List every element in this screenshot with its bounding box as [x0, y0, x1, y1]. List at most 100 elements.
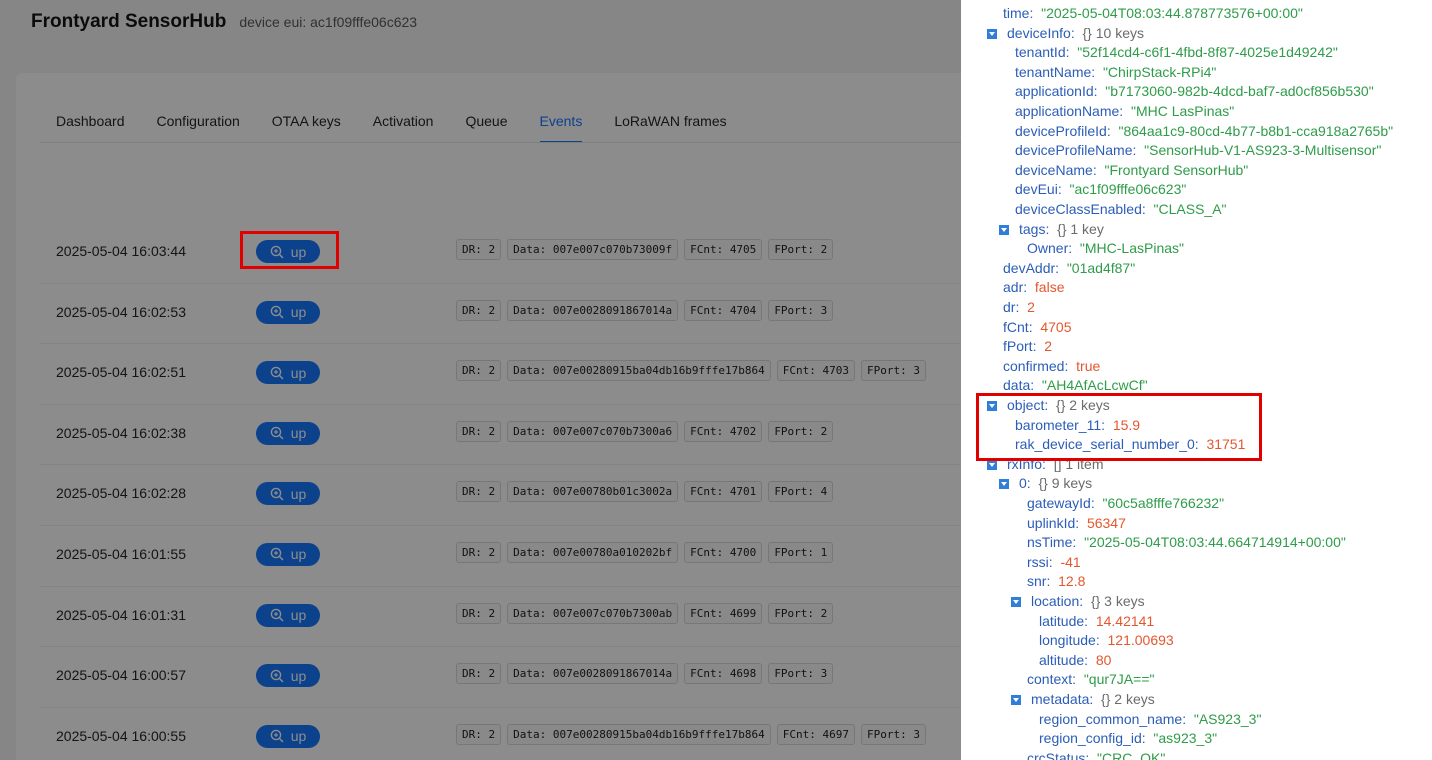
fcnt-tag: FCnt: 4704: [684, 299, 763, 321]
page-header: Frontyard SensorHub device eui: ac1f09ff…: [31, 11, 417, 41]
json-key: deviceProfileId: [1015, 122, 1107, 139]
json-value: "60c5a8fffe766232": [1102, 495, 1225, 511]
event-tags: DR: 2 Data: 007e00780a010202bf FCnt: 4700 F…: [456, 541, 839, 563]
colon: :: [1026, 475, 1039, 492]
event-row: 2025-05-04 16:01:31 up DR: 2 Data: 007e007c…: [40, 587, 961, 648]
json-key: deviceClassEnabled: [1015, 201, 1142, 217]
json-key: tenantName: [1015, 63, 1092, 80]
json-key: rssi: [1027, 553, 1049, 570]
event-row: 2025-05-04 16:01:55 up DR: 2 Data: 007e0078…: [40, 526, 961, 587]
json-key: fPort: [1003, 338, 1033, 355]
tab-activation[interactable]: Activation: [373, 107, 434, 143]
event-timestamp: 2025-05-04 16:01:31: [56, 606, 186, 623]
fport-tag: FPort: 3: [768, 663, 834, 685]
colon: :: [1055, 259, 1067, 276]
tab-queue[interactable]: Queue: [465, 107, 507, 143]
event-up-button[interactable]: up: [256, 542, 320, 566]
colon: :: [1075, 514, 1087, 531]
json-line-latitude: latitude: 14.42141: [1039, 612, 1154, 631]
json-line-applicationName: applicationName: "MHC LasPinas": [1015, 102, 1234, 121]
colon: :: [1106, 122, 1119, 139]
event-tags: DR: 2 Data: 007e007c070b7300ab FCnt: 4699 F…: [456, 602, 839, 624]
json-value: "2025-05-04T08:03:44.878773576+00:00": [1041, 5, 1303, 21]
expand-toggle-icon[interactable]: [999, 224, 1009, 235]
json-line-0[interactable]: 0: {} 9 keys: [999, 474, 1092, 493]
json-key: metadata: [1031, 691, 1090, 707]
colon: :: [1023, 279, 1035, 296]
json-line-deviceProfileId: deviceProfileId: "864aa1c9-80cd-4b77-b8b…: [1015, 122, 1393, 141]
event-up-button[interactable]: up: [256, 664, 320, 688]
event-row: 2025-05-04 16:03:44 up DR: 2 Data: 007e007c…: [40, 223, 961, 284]
json-line-uplinkId: uplinkId: 56347: [1027, 514, 1126, 533]
json-line-deviceInfo[interactable]: deviceInfo: {} 10 keys: [987, 24, 1144, 43]
fport-tag: FPort: 1: [768, 541, 834, 563]
json-key: devEui: [1015, 181, 1058, 198]
event-up-button[interactable]: up: [256, 603, 320, 627]
json-value: "01ad4f87": [1066, 259, 1136, 276]
tab-configuration[interactable]: Configuration: [157, 107, 240, 143]
expand-toggle-icon[interactable]: [999, 479, 1009, 490]
event-up-button[interactable]: up: [256, 482, 320, 506]
fport-tag: FPort: 4: [768, 481, 834, 503]
json-key: 0: [1019, 475, 1027, 492]
event-row: 2025-05-04 16:02:51 up DR: 2 Data: 007e0028…: [40, 344, 961, 405]
json-key: applicationId: [1015, 83, 1094, 100]
json-line-location[interactable]: location: {} 3 keys: [1011, 592, 1145, 611]
colon: :: [1079, 593, 1091, 609]
json-key: location: [1031, 593, 1080, 609]
colon: :: [1068, 240, 1080, 257]
zoom-in-icon: [270, 548, 284, 561]
fcnt-tag: FCnt: 4698: [684, 663, 763, 685]
json-line-tags[interactable]: tags: {} 1 key: [999, 220, 1104, 239]
data-tag: Data: 007e0028091867014a: [507, 299, 679, 321]
dr-tag: DR: 2: [456, 420, 502, 442]
expand-toggle-icon[interactable]: [1011, 597, 1021, 607]
json-value: "864aa1c9-80cd-4b77-b8b1-cca918a2765b": [1118, 122, 1394, 139]
fport-tag: FPort: 2: [768, 420, 834, 442]
json-value: false: [1034, 279, 1065, 296]
event-tags: DR: 2 Data: 007e0028091867014a FCnt: 4698 F…: [456, 663, 839, 685]
colon: :: [1091, 63, 1103, 80]
event-up-button[interactable]: up: [256, 361, 320, 385]
event-type-label: up: [290, 546, 307, 563]
json-line-applicationId: applicationId: "b7173060-982b-4dcd-baf7-…: [1015, 82, 1374, 101]
expand-toggle-icon[interactable]: [987, 459, 997, 470]
json-line-devEui: devEui: "ac1f09fffe06c623": [1015, 180, 1186, 199]
json-value: 14.42141: [1095, 612, 1155, 629]
json-key: latitude: [1039, 612, 1085, 629]
event-tags: DR: 2 Data: 007e00280915ba04db16b9fffe17b…: [456, 360, 932, 382]
event-timestamp: 2025-05-04 16:03:44: [56, 243, 186, 259]
colon: :: [1072, 534, 1085, 551]
event-up-button[interactable]: up: [256, 300, 320, 324]
colon: :: [1095, 632, 1108, 649]
fcnt-tag: FCnt: 4697: [776, 723, 856, 745]
data-tag: Data: 007e007c070b73009f: [507, 239, 679, 260]
tab-otaa-keys[interactable]: OTAA keys: [272, 107, 341, 143]
dr-tag: DR: 2: [456, 541, 502, 563]
tab-lorawan-frames[interactable]: LoRaWAN frames: [614, 107, 726, 143]
colon: :: [1089, 691, 1102, 707]
json-value: "qur7JA==": [1083, 671, 1155, 688]
json-line-dr: dr: 2: [1003, 298, 1035, 317]
colon: :: [1029, 5, 1042, 21]
expand-toggle-icon[interactable]: [987, 28, 997, 39]
json-line-devAddr: devAddr: "01ad4f87": [1003, 259, 1135, 278]
colon: :: [1032, 338, 1045, 355]
event-up-button[interactable]: up: [256, 421, 320, 445]
json-line-metadata[interactable]: metadata: {} 2 keys: [1011, 690, 1155, 709]
event-type-label: up: [290, 667, 307, 684]
json-value: 4705: [1040, 318, 1072, 335]
expand-toggle-icon[interactable]: [1011, 695, 1021, 705]
json-value: "b7173060-982b-4dcd-baf7-ad0cf856b530": [1105, 83, 1374, 100]
json-value: true: [1076, 357, 1101, 374]
json-value: 2: [1044, 338, 1053, 355]
json-line-crcStatus: crcStatus: "CRC_OK": [1027, 749, 1165, 760]
json-key: context: [1027, 671, 1073, 688]
tab-events[interactable]: Events: [539, 107, 582, 143]
fport-tag: FPort: 2: [768, 602, 834, 624]
zoom-in-icon: [270, 669, 284, 683]
tab-dashboard[interactable]: Dashboard: [56, 107, 125, 143]
data-tag: Data: 007e007c070b7300ab: [507, 602, 679, 624]
fcnt-tag: FCnt: 4705: [684, 239, 763, 260]
event-up-button[interactable]: up: [256, 724, 320, 748]
